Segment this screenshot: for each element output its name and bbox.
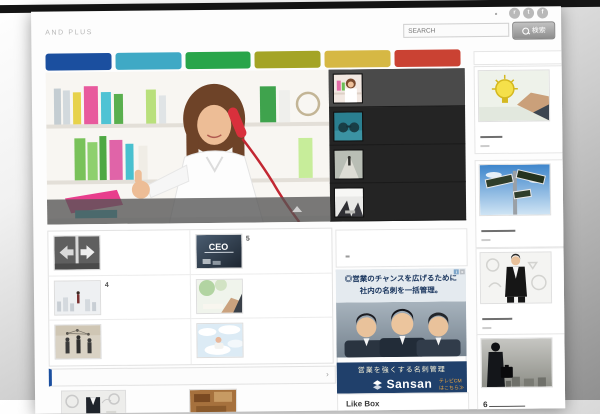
section-more-arrow[interactable]: › <box>326 370 329 379</box>
nav-item-4[interactable] <box>255 51 321 69</box>
site-logo[interactable]: AND PLUS <box>45 29 93 37</box>
ad-slogan: 営業を強くする名刺管理 <box>337 361 467 375</box>
article-item-network-team[interactable] <box>49 319 191 365</box>
sansan-logo-icon <box>372 379 383 390</box>
nav-item-5[interactable] <box>325 50 391 68</box>
sidebar-header-box <box>473 50 563 65</box>
video-item-office-woman[interactable] <box>329 68 465 107</box>
cloud-woman-thumb <box>197 324 242 357</box>
ad-cta[interactable]: テレビCM はこちら≫ <box>439 378 464 392</box>
adchoices-icon[interactable]: i × <box>454 269 465 274</box>
widget-dash <box>346 255 350 257</box>
section-header: › <box>49 366 336 387</box>
footer-article-sepia-thumb[interactable] <box>190 390 236 414</box>
article-item-writing-outdoors[interactable] <box>190 273 332 319</box>
twitter-icon[interactable]: t <box>523 8 534 19</box>
video-item-business-meeting[interactable] <box>330 182 466 221</box>
footer-article-doodle-man-thumb[interactable] <box>62 391 125 414</box>
bullet-dot <box>495 13 497 15</box>
nav-item-2[interactable] <box>115 52 181 70</box>
sidebar-item-idea-bulb[interactable] <box>474 65 565 154</box>
article-item-ceo[interactable]: CEO 5 <box>190 229 332 275</box>
hero-caption-bar <box>47 197 330 225</box>
ad-brand-name: Sansan <box>387 377 433 391</box>
empty-widget-box <box>335 228 467 267</box>
like-box-title: Like Box <box>338 393 468 408</box>
ad-headline-line2: 社内の名刺を一括管理。 <box>336 284 466 297</box>
rss-icon[interactable]: r <box>509 8 520 19</box>
article-item-cloud-woman[interactable] <box>191 318 333 364</box>
sidebar-item-title-line <box>480 136 502 138</box>
three-businessmen-photo <box>336 301 467 357</box>
article-grid: CEO 5 4 <box>47 228 333 367</box>
hero-featured-image[interactable] <box>46 70 331 225</box>
network-team-thumb <box>55 325 100 358</box>
article-count: 5 <box>246 236 250 269</box>
sidebar-item-title-line <box>482 318 512 320</box>
city-figure-thumb <box>55 281 100 314</box>
like-box-widget: Like Box <box>337 392 469 414</box>
article-item-city-figure[interactable]: 4 <box>49 275 191 321</box>
adchoices-info-icon[interactable]: i <box>454 269 459 274</box>
sidebar-item-date-line <box>481 239 490 241</box>
main-nav <box>45 49 460 70</box>
sidebar-item-doodle-suit-man[interactable] <box>476 247 566 336</box>
search-input[interactable] <box>403 23 509 38</box>
scene: AND PLUS r t f 検索 <box>0 0 600 403</box>
writing-outdoors-thumb <box>196 279 241 312</box>
work-life-balance-signpost-image <box>480 164 551 215</box>
arrows-choice-thumb <box>54 236 99 269</box>
sidebar-item-label: 6 <box>483 400 488 409</box>
sidebar-item-date-line <box>480 145 489 147</box>
video-item-road-figure[interactable] <box>329 144 465 183</box>
doodle-suit-man-image <box>481 252 552 303</box>
social-links: r t f <box>509 7 548 18</box>
search-button[interactable]: 検索 <box>512 21 555 39</box>
ad-headline-line1: ◎営業のチャンスを広げるために <box>336 272 466 285</box>
ceo-thumb: CEO <box>196 235 241 268</box>
nav-item-6[interactable] <box>395 49 461 67</box>
sansan-ad-banner[interactable]: i × ◎営業のチャンスを広げるために 社内の名刺を一括管理。 <box>336 268 467 390</box>
article-item-arrows[interactable] <box>48 230 190 276</box>
page: AND PLUS r t f 検索 <box>31 6 565 414</box>
svg-text:CEO: CEO <box>208 242 228 252</box>
sidebar-item-date-line <box>482 327 491 329</box>
glasses-thumb <box>334 112 362 140</box>
idea-bulb-hand-image <box>479 70 550 121</box>
business-meeting-thumb <box>335 188 363 216</box>
search-icon <box>522 27 529 34</box>
briefcase-businessman-image <box>481 338 551 387</box>
search-button-label: 検索 <box>532 25 546 35</box>
road-figure-thumb <box>334 150 362 178</box>
adchoices-close-icon[interactable]: × <box>460 269 465 274</box>
sidebar-item-title-line <box>490 405 526 406</box>
office-woman-thumb <box>334 74 362 102</box>
nav-item-3[interactable] <box>185 52 251 70</box>
sidebar-item-title-line <box>481 230 515 232</box>
facebook-icon[interactable]: f <box>537 7 548 18</box>
caption-arrow-icon[interactable] <box>292 206 302 212</box>
sidebar-item-work-life-balance[interactable] <box>475 159 566 248</box>
nav-item-1[interactable] <box>45 53 111 71</box>
video-carousel-panel <box>329 68 467 221</box>
article-count: 4 <box>105 282 109 315</box>
ad-headline: i × ◎営業のチャンスを広げるために 社内の名刺を一括管理。 <box>336 268 466 302</box>
video-item-glasses[interactable] <box>329 106 465 145</box>
sidebar-item-briefcase-businessman[interactable]: 6 <box>476 333 565 414</box>
